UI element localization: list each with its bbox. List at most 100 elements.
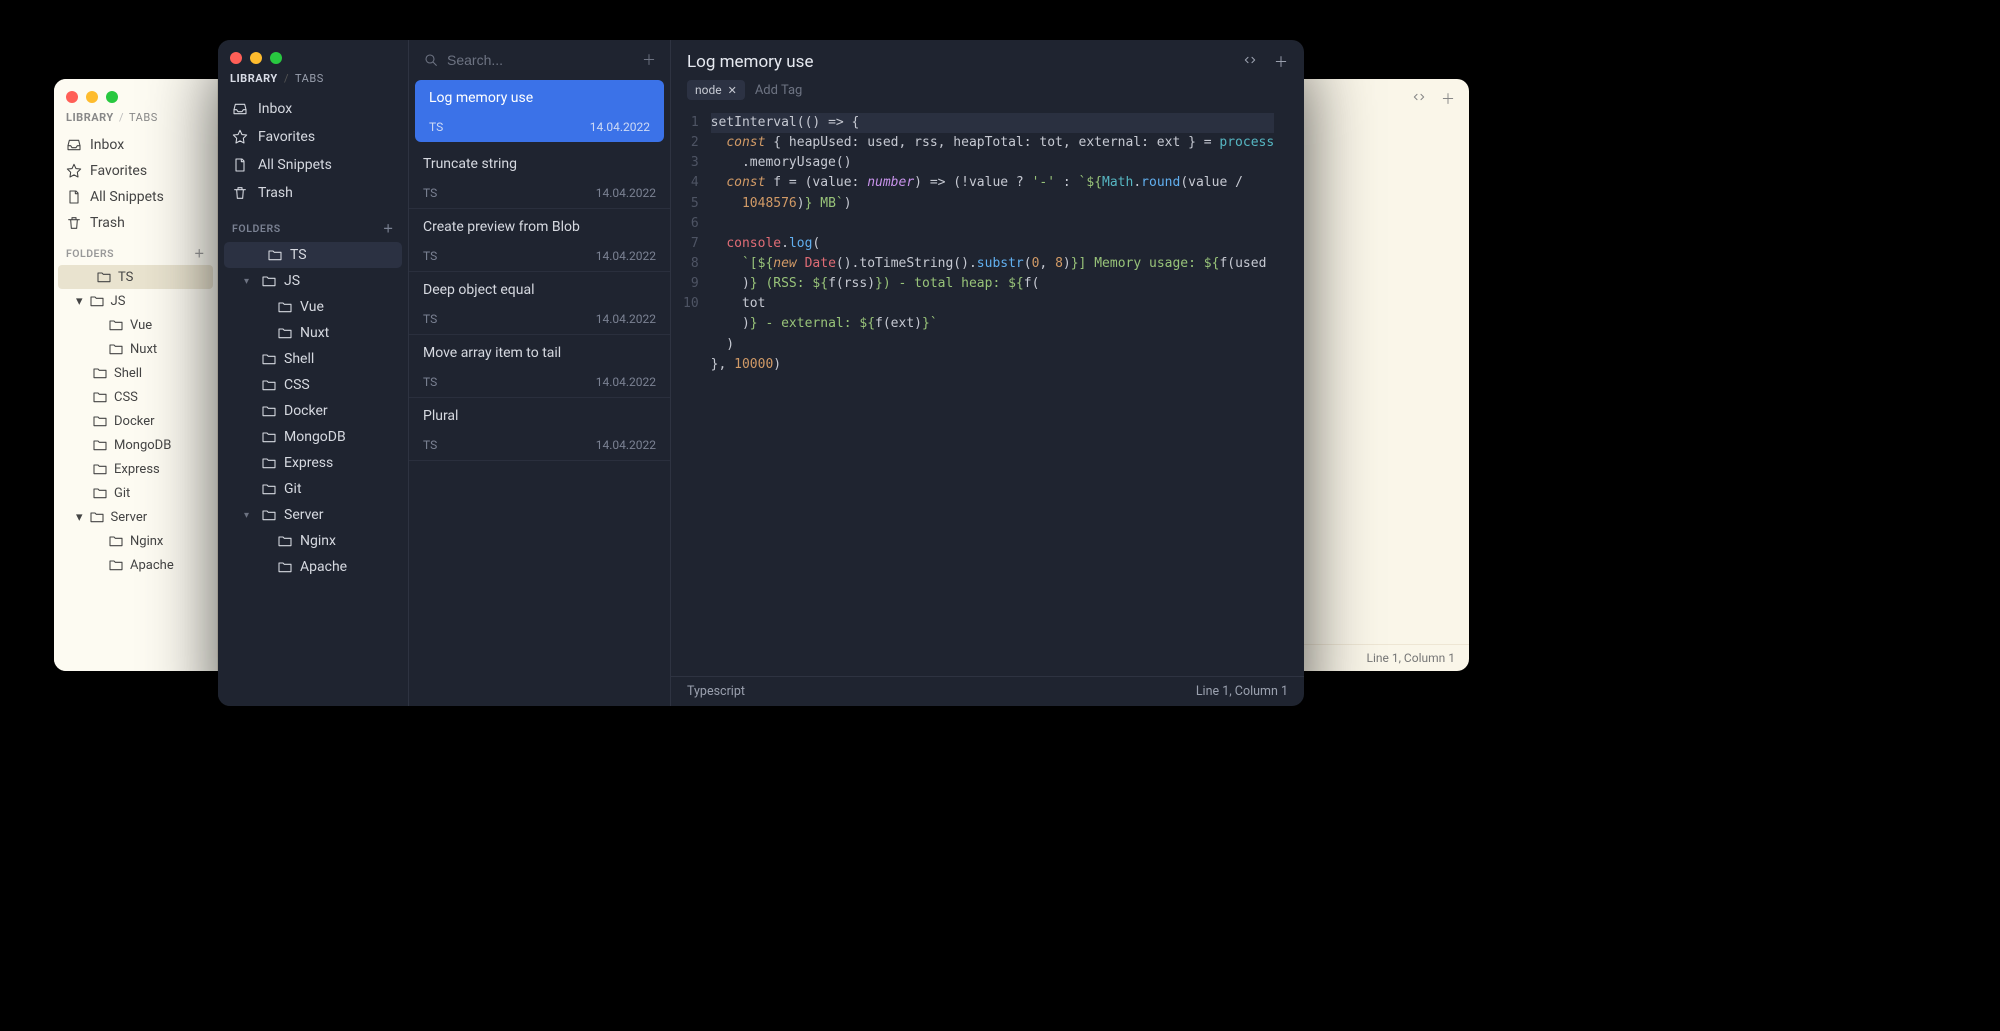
- zoom-button[interactable]: [106, 91, 118, 103]
- folder-icon: [108, 341, 124, 357]
- nav-inbox[interactable]: Inbox: [54, 132, 217, 158]
- code-brackets-icon[interactable]: [1411, 89, 1427, 105]
- add-snippet-button[interactable]: ＋: [642, 50, 656, 70]
- folder-item-apache[interactable]: Apache: [218, 554, 408, 580]
- folder-label: Nginx: [300, 533, 336, 549]
- add-snippet-button[interactable]: ＋: [1441, 89, 1455, 109]
- chevron-down-icon: ▾: [76, 294, 83, 309]
- code-brackets-icon[interactable]: [1242, 52, 1258, 68]
- nav-inbox[interactable]: Inbox: [218, 95, 408, 123]
- snippet-item[interactable]: Move array item to tailTS14.04.2022: [409, 335, 670, 398]
- folder-item-docker[interactable]: Docker: [218, 398, 408, 424]
- editor-title[interactable]: Log memory use: [687, 52, 813, 72]
- trash-icon: [232, 185, 248, 201]
- folder-item-docker[interactable]: Docker: [54, 409, 217, 433]
- snippet-item[interactable]: Deep object equalTS14.04.2022: [409, 272, 670, 335]
- folder-icon: [92, 413, 108, 429]
- tag-row: node ✕ Add Tag: [671, 80, 1304, 110]
- folder-icon: [277, 559, 293, 575]
- snippet-date: 14.04.2022: [590, 120, 650, 134]
- code-body[interactable]: setInterval(() => { const { heapUsed: us…: [707, 110, 1283, 676]
- nav-favorites[interactable]: Favorites: [54, 158, 217, 184]
- folder-item-vue[interactable]: Vue: [54, 313, 217, 337]
- folder-tree: TS ▾ JSVue Nuxt ShellCSS Docker MongoDBExpress…: [218, 242, 408, 706]
- folder-label: Vue: [300, 299, 324, 315]
- folder-item-js[interactable]: ▾ JS: [218, 268, 408, 294]
- snippet-item[interactable]: PluralTS14.04.2022: [409, 398, 670, 461]
- code-editor[interactable]: 12345678910 setInterval(() => { const { …: [671, 110, 1304, 676]
- folder-item-ts[interactable]: TS: [58, 265, 213, 289]
- folder-icon: [92, 461, 108, 477]
- folders-label: FOLDERS: [66, 247, 114, 260]
- nav-label: Inbox: [258, 101, 292, 117]
- nav-label: Favorites: [258, 129, 315, 145]
- window-controls: [54, 79, 217, 111]
- folder-item-nuxt[interactable]: Nuxt: [218, 320, 408, 346]
- folder-icon: [108, 557, 124, 573]
- editor-language[interactable]: Typescript: [687, 684, 745, 699]
- chevron-down-icon: ▾: [244, 276, 254, 287]
- nav-all-snippets[interactable]: All Snippets: [218, 151, 408, 179]
- window-controls: [218, 40, 408, 70]
- tag-chip[interactable]: node ✕: [687, 80, 745, 100]
- close-button[interactable]: [230, 52, 242, 64]
- breadcrumb-root: LIBRARY: [66, 111, 114, 124]
- search-input[interactable]: [447, 52, 634, 68]
- folder-item-css[interactable]: CSS: [54, 385, 217, 409]
- folder-label: Apache: [130, 558, 174, 573]
- snippet-list: Log memory useTS14.04.2022Truncate strin…: [409, 80, 670, 706]
- folder-item-shell[interactable]: Shell: [218, 346, 408, 372]
- cursor-position: Line 1, Column 1: [1196, 684, 1288, 699]
- folder-label: Nuxt: [300, 325, 329, 341]
- folder-item-js[interactable]: ▾JS: [54, 289, 217, 313]
- folder-item-ts[interactable]: TS: [224, 242, 402, 268]
- star-icon: [232, 129, 248, 145]
- folder-item-git[interactable]: Git: [218, 476, 408, 502]
- folder-label: Server: [284, 507, 323, 523]
- minimize-button[interactable]: [250, 52, 262, 64]
- folder-item-server[interactable]: ▾Server: [218, 502, 408, 528]
- zoom-button[interactable]: [270, 52, 282, 64]
- tag-label: node: [695, 83, 722, 97]
- folder-item-server[interactable]: ▾Server: [54, 505, 217, 529]
- folder-label: Docker: [284, 403, 328, 419]
- nav-favorites[interactable]: Favorites: [218, 123, 408, 151]
- snippet-title: Deep object equal: [423, 282, 656, 298]
- snippet-date: 14.04.2022: [596, 186, 656, 200]
- close-button[interactable]: [66, 91, 78, 103]
- folder-item-css[interactable]: CSS: [218, 372, 408, 398]
- breadcrumb: LIBRARY / TABS: [54, 111, 217, 132]
- breadcrumb-leaf: TABS: [129, 111, 158, 124]
- add-folder-button[interactable]: ＋: [194, 246, 205, 261]
- snippet-item[interactable]: Log memory useTS14.04.2022: [415, 80, 664, 142]
- folder-item-git[interactable]: Git: [54, 481, 217, 505]
- remove-tag-icon[interactable]: ✕: [728, 84, 737, 97]
- folder-item-shell[interactable]: Shell: [54, 361, 217, 385]
- snippet-item[interactable]: Truncate stringTS14.04.2022: [409, 146, 670, 209]
- folder-item-mongodb[interactable]: MongoDB: [54, 433, 217, 457]
- folder-label: TS: [118, 270, 133, 285]
- folder-item-vue[interactable]: Vue: [218, 294, 408, 320]
- folders-header: FOLDERS ＋: [218, 207, 408, 242]
- folder-label: Express: [114, 462, 160, 477]
- nav-all-snippets[interactable]: All Snippets: [54, 184, 217, 210]
- snippet-lang: TS: [423, 312, 437, 326]
- add-folder-button[interactable]: ＋: [383, 221, 394, 236]
- folder-item-mongodb[interactable]: MongoDB: [218, 424, 408, 450]
- folder-item-apache[interactable]: Apache: [54, 553, 217, 577]
- snippet-lang: TS: [429, 120, 443, 134]
- folder-label: Git: [284, 481, 302, 497]
- nav-trash[interactable]: Trash: [54, 210, 217, 236]
- add-tag-button[interactable]: Add Tag: [755, 83, 803, 98]
- minimize-button[interactable]: [86, 91, 98, 103]
- nav-trash[interactable]: Trash: [218, 179, 408, 207]
- add-fragment-button[interactable]: ＋: [1274, 52, 1288, 72]
- folder-item-nginx[interactable]: Nginx: [54, 529, 217, 553]
- folder-label: JS: [284, 273, 300, 289]
- folder-icon: [108, 533, 124, 549]
- folder-item-nuxt[interactable]: Nuxt: [54, 337, 217, 361]
- folder-item-express[interactable]: Express: [54, 457, 217, 481]
- folder-item-express[interactable]: Express: [218, 450, 408, 476]
- folder-item-nginx[interactable]: Nginx: [218, 528, 408, 554]
- snippet-item[interactable]: Create preview from BlobTS14.04.2022: [409, 209, 670, 272]
